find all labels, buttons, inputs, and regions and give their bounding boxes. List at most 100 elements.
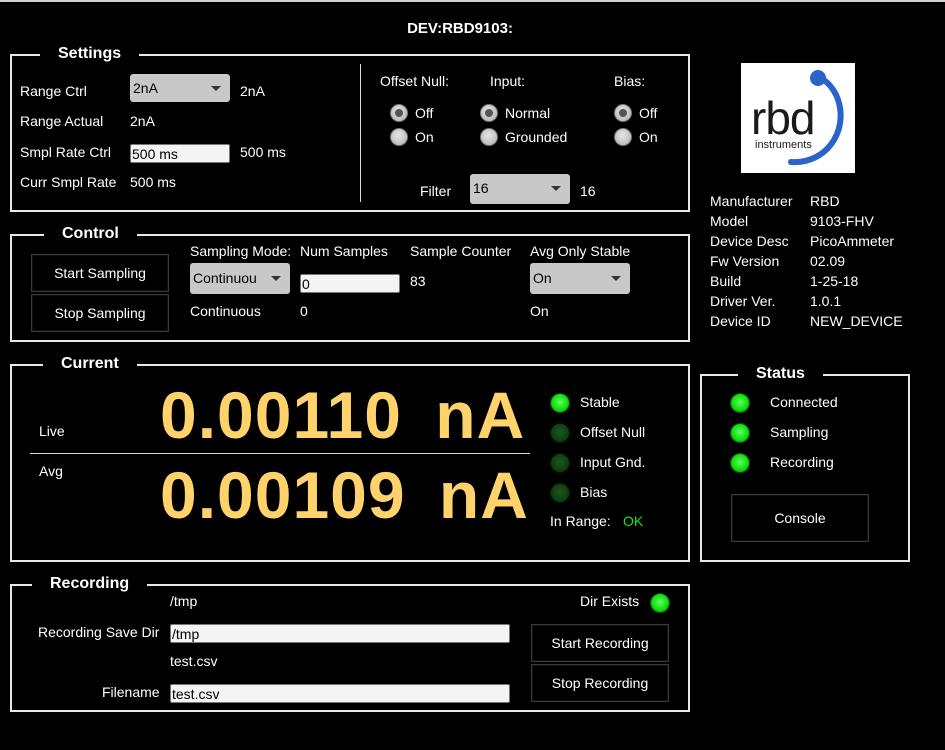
indicator-led [550,423,570,443]
bias-on-label: On [639,129,658,145]
window-top-border [0,0,945,2]
in-range-value: OK [623,513,644,529]
offset-null-off-label: Off [415,105,434,121]
avg-current-value: 0.00109 nA [160,462,529,528]
device-info-value: 02.09 [810,253,846,269]
logo-subtext: instruments [755,139,812,151]
smpl-rate-ctrl-input[interactable]: 500 ms [130,144,230,163]
num-samples-label: Num Samples [300,243,388,259]
offset-null-on-radio[interactable] [390,128,408,146]
bias-on-radio[interactable] [614,128,632,146]
filename-label: Filename [102,684,160,700]
live-label: Live [39,423,65,439]
device-info-label: Device ID [710,313,771,329]
sample-counter-label: Sample Counter [410,243,512,259]
num-samples-input[interactable]: 0 [300,274,400,293]
filter-select[interactable]: 16 [470,174,570,204]
status-led [730,423,750,443]
input-grounded-radio[interactable] [480,128,498,146]
current-panel-title: Current [43,355,137,373]
console-button[interactable]: Console [731,494,869,542]
rbd-instruments-logo: rbd instruments [741,63,855,173]
filter-label: Filter [420,183,452,199]
sample-counter-value: 83 [410,273,426,289]
dir-exists-led [650,593,670,613]
filename-readback: test.csv [170,653,218,669]
bias-label: Bias: [614,73,646,89]
status-label: Sampling [770,424,829,440]
recording-dir-readback: /tmp [170,593,198,609]
bias-off-radio[interactable] [614,104,632,122]
stop-recording-button[interactable]: Stop Recording [531,664,669,702]
sampling-mode-label: Sampling Mode: [190,243,292,259]
input-label: Input: [490,73,526,89]
status-label: Connected [770,394,838,410]
status-label: Recording [770,454,834,470]
curr-smpl-rate-label: Curr Smpl Rate [20,174,117,190]
input-normal-label: Normal [505,105,551,121]
sampling-mode-select[interactable]: Continuou [190,263,290,294]
device-info-value: NEW_DEVICE [810,313,903,329]
range-ctrl-select-value: 2nA [133,80,158,96]
filename-input[interactable]: test.csv [170,684,510,703]
range-actual-label: Range Actual [20,113,104,129]
range-actual-value: 2nA [130,113,155,129]
indicator-led [550,483,570,503]
range-ctrl-select[interactable]: 2nA [130,74,230,102]
recording-panel-title: Recording [32,575,148,593]
device-info-label: Manufacturer [710,193,793,209]
chevron-down-icon [211,86,221,91]
device-info-label: Device Desc [710,233,789,249]
live-current-number: 0.00110 [160,378,402,452]
current-divider [30,453,530,454]
logo-text: rbd [751,92,815,144]
device-info-label: Model [710,213,749,229]
recording-save-dir-label: Recording Save Dir [38,624,160,640]
chevron-down-icon [551,186,561,191]
device-info-value: 1.0.1 [810,293,842,309]
indicator-label: Bias [580,484,608,500]
avg-current-unit: nA [438,458,529,532]
dir-exists-label: Dir Exists [580,593,640,609]
indicator-led [550,453,570,473]
indicator-label: Offset Null [580,424,646,440]
input-normal-radio[interactable] [480,104,498,122]
filter-select-value: 16 [473,180,489,196]
start-recording-button[interactable]: Start Recording [531,624,669,662]
input-grounded-label: Grounded [505,129,568,145]
status-led [730,393,750,413]
num-samples-readback: 0 [300,303,308,319]
device-info-value: RBD [810,193,840,209]
device-info-label: Driver Ver. [710,293,776,309]
avg-only-stable-select-value: On [533,270,552,286]
device-info-value: 9103-FHV [810,213,874,229]
device-info-value: PicoAmmeter [810,233,895,249]
avg-only-stable-select[interactable]: On [530,263,630,294]
start-sampling-button[interactable]: Start Sampling [31,254,169,292]
control-panel-title: Control [44,225,137,243]
filter-readback: 16 [580,183,596,199]
settings-panel-title: Settings [40,45,140,63]
status-led [730,453,750,473]
indicator-label: Stable [580,394,620,410]
device-info-label: Fw Version [710,253,780,269]
sampling-mode-select-value: Continuou [193,270,257,286]
device-info-label: Build [710,273,742,289]
offset-null-on-label: On [415,129,434,145]
avg-label: Avg [39,463,63,479]
range-ctrl-readback: 2nA [240,83,265,99]
recording-save-dir-input[interactable]: /tmp [170,624,510,643]
settings-vertical-divider [360,64,361,202]
in-range-label: In Range: [550,513,611,529]
live-current-unit: nA [435,378,526,452]
avg-current-number: 0.00109 [160,458,406,532]
stop-sampling-button[interactable]: Stop Sampling [31,294,169,332]
indicator-led [550,393,570,413]
avg-only-stable-readback: On [530,303,549,319]
chevron-down-icon [611,276,621,281]
indicator-label: Input Gnd. [580,454,646,470]
status-panel-title: Status [738,365,823,383]
bias-off-label: Off [639,105,658,121]
offset-null-off-radio[interactable] [390,104,408,122]
device-info-value: 1-25-18 [810,273,859,289]
